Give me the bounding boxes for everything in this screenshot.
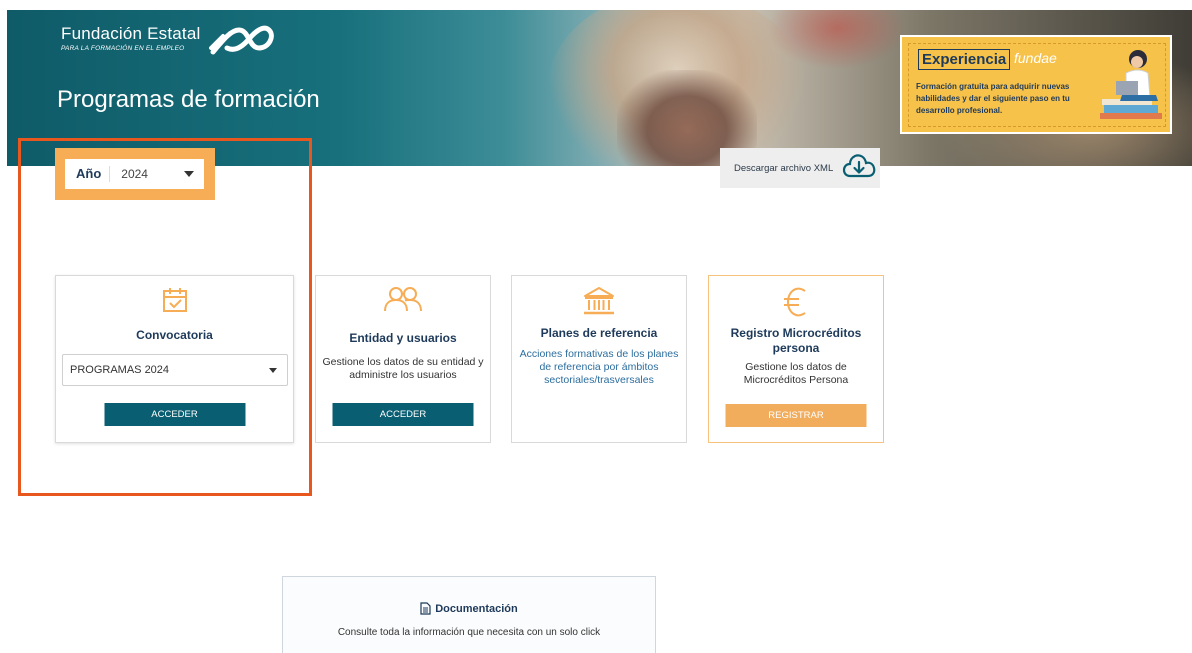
microcreditos-title: Registro Microcréditos persona — [730, 326, 862, 355]
documentation-title: Documentación — [435, 602, 518, 615]
planes-title: Planes de referencia — [540, 326, 658, 340]
entidad-card: Entidad y usuarios Gestione los datos de… — [315, 275, 491, 443]
microcreditos-card: Registro Microcréditos persona Gestione … — [708, 275, 884, 443]
convocatoria-select-value: PROGRAMAS 2024 — [70, 364, 170, 376]
download-xml-button[interactable]: Descargar archivo XML — [720, 148, 880, 188]
cloud-download-icon — [842, 154, 876, 178]
documentation-heading: Documentación — [283, 602, 655, 615]
entidad-description: Gestione los datos de su entidad y admin… — [322, 356, 484, 381]
documentation-panel[interactable]: Documentación Consulte toda la informaci… — [282, 576, 656, 653]
euro-icon — [784, 287, 806, 317]
document-icon — [420, 602, 431, 615]
page-title: Programas de formación — [57, 86, 320, 113]
entidad-acceder-button[interactable]: ACCEDER — [332, 403, 474, 426]
planes-description: Acciones formativas de los planes de ref… — [519, 348, 679, 386]
download-xml-label: Descargar archivo XML — [734, 162, 834, 174]
convocatoria-card: Convocatoria PROGRAMAS 2024 ACCEDER — [55, 275, 294, 443]
promo-text: Formación gratuita para adquirir nuevas … — [916, 82, 1070, 115]
brand-name: Fundación Estatal — [61, 24, 201, 43]
hero-photo-detail — [767, 10, 907, 70]
promo-title-alt: fundae — [1014, 50, 1057, 66]
documentation-description: Consulte toda la información que necesit… — [337, 627, 601, 638]
fundae-logo-icon — [209, 25, 274, 55]
brand-subtitle: PARA LA FORMACIÓN EN EL EMPLEO — [61, 45, 185, 52]
microcreditos-description: Gestione los datos de Microcréditos Pers… — [743, 361, 849, 386]
calendar-check-icon — [162, 288, 187, 312]
convocatoria-select[interactable]: PROGRAMAS 2024 — [62, 354, 288, 386]
promo-title: Experiencia — [918, 49, 1011, 70]
institution-icon — [584, 287, 614, 315]
users-icon — [384, 287, 422, 312]
convocatoria-acceder-button[interactable]: ACCEDER — [104, 403, 245, 426]
convocatoria-title: Convocatoria — [136, 328, 213, 342]
chevron-down-icon — [269, 368, 277, 373]
promo-banner[interactable]: Experiencia fundae Formación gratuita pa… — [900, 35, 1172, 134]
brand[interactable]: Fundación Estatal PARA LA FORMACIÓN EN E… — [61, 24, 274, 55]
planes-card[interactable]: Planes de referencia Acciones formativas… — [511, 275, 687, 443]
entidad-title: Entidad y usuarios — [349, 331, 457, 345]
registrar-button[interactable]: REGISTRAR — [725, 404, 867, 427]
reading-person-icon — [1100, 50, 1162, 119]
